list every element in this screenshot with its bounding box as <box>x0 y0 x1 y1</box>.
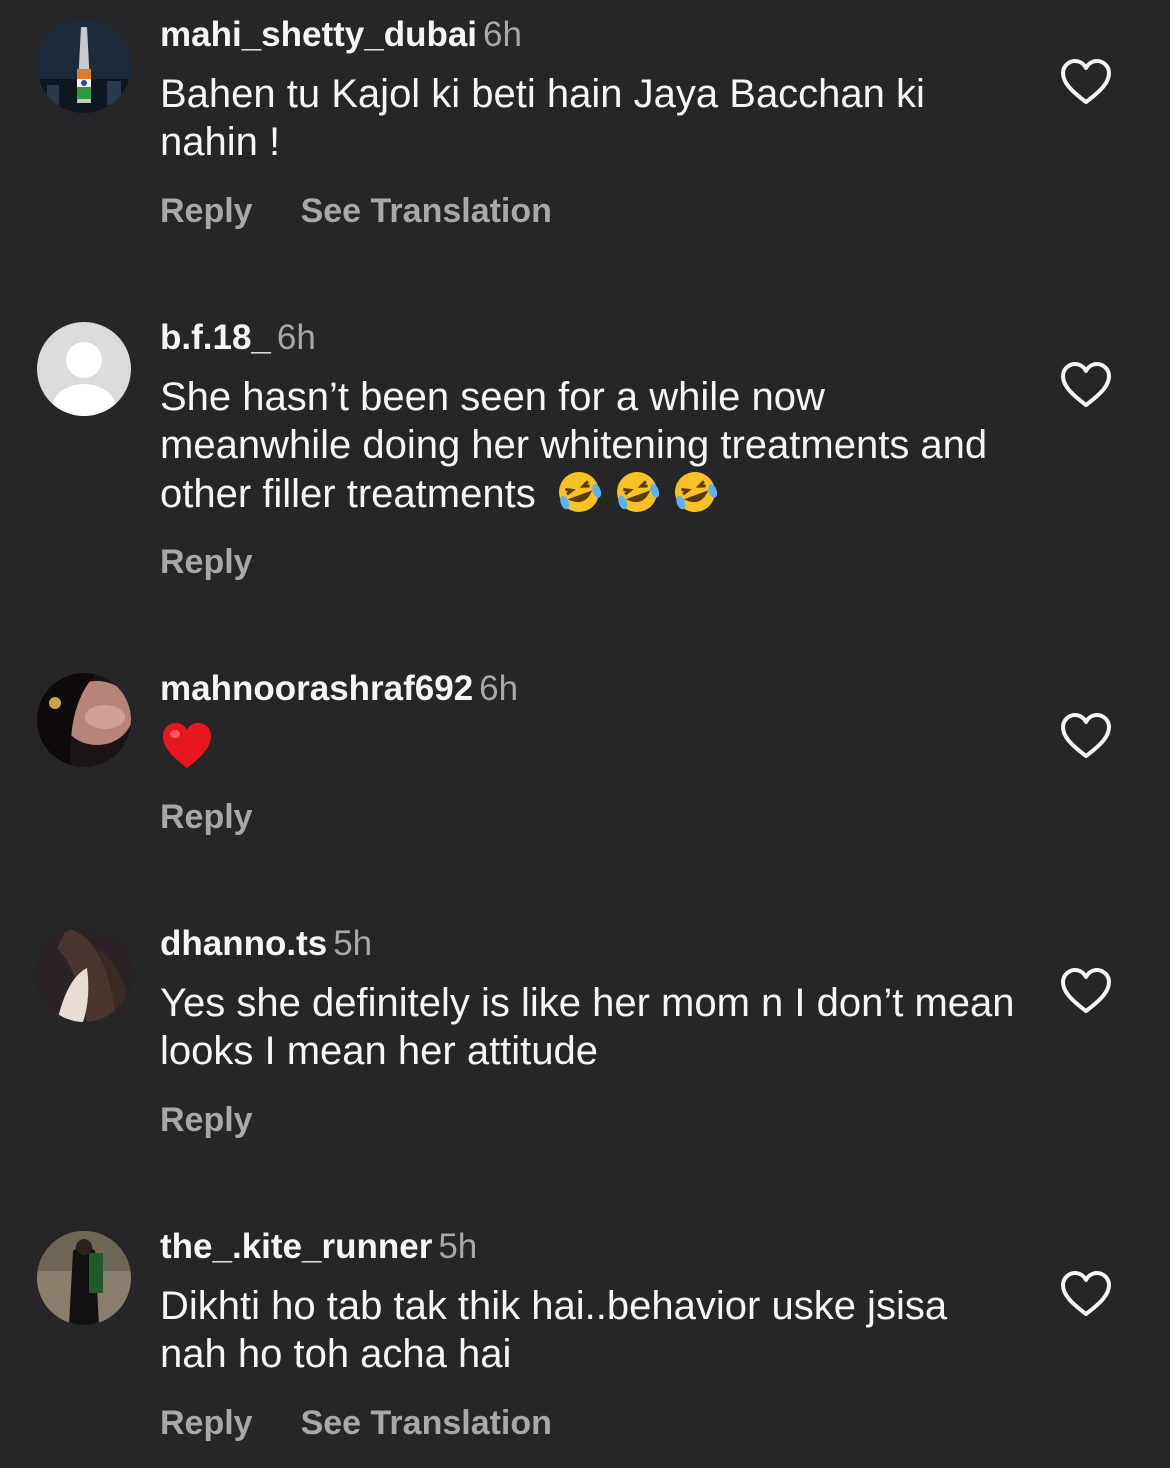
comment-text: She hasn’t been seen for a while now mea… <box>160 373 1020 526</box>
timestamp: 6h <box>276 318 316 357</box>
timestamp: 5h <box>333 924 373 963</box>
avatar[interactable] <box>37 19 131 113</box>
reply-button[interactable]: Reply <box>160 192 253 230</box>
comment-header: the_.kite_runner 5h <box>160 1226 1020 1268</box>
heart-outline-icon[interactable] <box>1060 58 1112 106</box>
laughing-emoji <box>553 469 605 526</box>
comment-actions: Reply See Translation <box>160 192 552 231</box>
laughing-emoji <box>669 469 721 526</box>
comment-actions: Reply <box>160 798 253 837</box>
timestamp: 6h <box>483 15 522 54</box>
username[interactable]: mahnoorashraf692 <box>160 669 473 708</box>
comment-actions: Reply <box>160 1101 253 1140</box>
comment-actions: Reply <box>160 543 253 582</box>
timestamp: 5h <box>438 1227 478 1266</box>
username[interactable]: mahi_shetty_dubai <box>160 15 477 54</box>
avatar[interactable] <box>37 673 131 767</box>
comment-text <box>160 720 1020 783</box>
reply-button[interactable]: Reply <box>160 798 253 836</box>
username[interactable]: the_.kite_runner <box>160 1227 432 1266</box>
reply-button[interactable]: Reply <box>160 1404 253 1442</box>
comment-header: b.f.18_ 6h <box>160 317 1020 359</box>
heart-outline-icon[interactable] <box>1060 967 1112 1015</box>
heart-outline-icon[interactable] <box>1060 361 1112 409</box>
default-avatar-icon[interactable] <box>37 322 131 416</box>
heart-outline-icon[interactable] <box>1060 1270 1112 1318</box>
reply-button[interactable]: Reply <box>160 1101 253 1139</box>
reply-button[interactable]: Reply <box>160 543 253 581</box>
laughing-emoji <box>611 469 663 526</box>
comment-actions: Reply See Translation <box>160 1404 552 1443</box>
username[interactable]: b.f.18_ <box>160 318 271 357</box>
comment-text: Bahen tu Kajol ki beti hain Jaya Bacchan… <box>160 72 925 164</box>
comment-header: dhanno.ts 5h <box>160 923 1020 965</box>
heart-outline-icon[interactable] <box>1060 712 1112 760</box>
timestamp: 6h <box>479 669 519 708</box>
see-translation-button[interactable]: See Translation <box>301 192 552 230</box>
avatar[interactable] <box>37 1231 131 1325</box>
comment-text: Yes she definitely is like her mom n I d… <box>160 981 1015 1073</box>
username[interactable]: dhanno.ts <box>160 924 327 963</box>
see-translation-button[interactable]: See Translation <box>301 1404 552 1442</box>
red-heart-emoji <box>160 723 214 781</box>
comment-text: Dikhti ho tab tak thik hai..behavior usk… <box>160 1284 948 1376</box>
comment-header: mahnoorashraf692 6h <box>160 668 1020 710</box>
comment-header: mahi_shetty_dubai 6h <box>160 14 1020 56</box>
avatar[interactable] <box>37 928 131 1022</box>
